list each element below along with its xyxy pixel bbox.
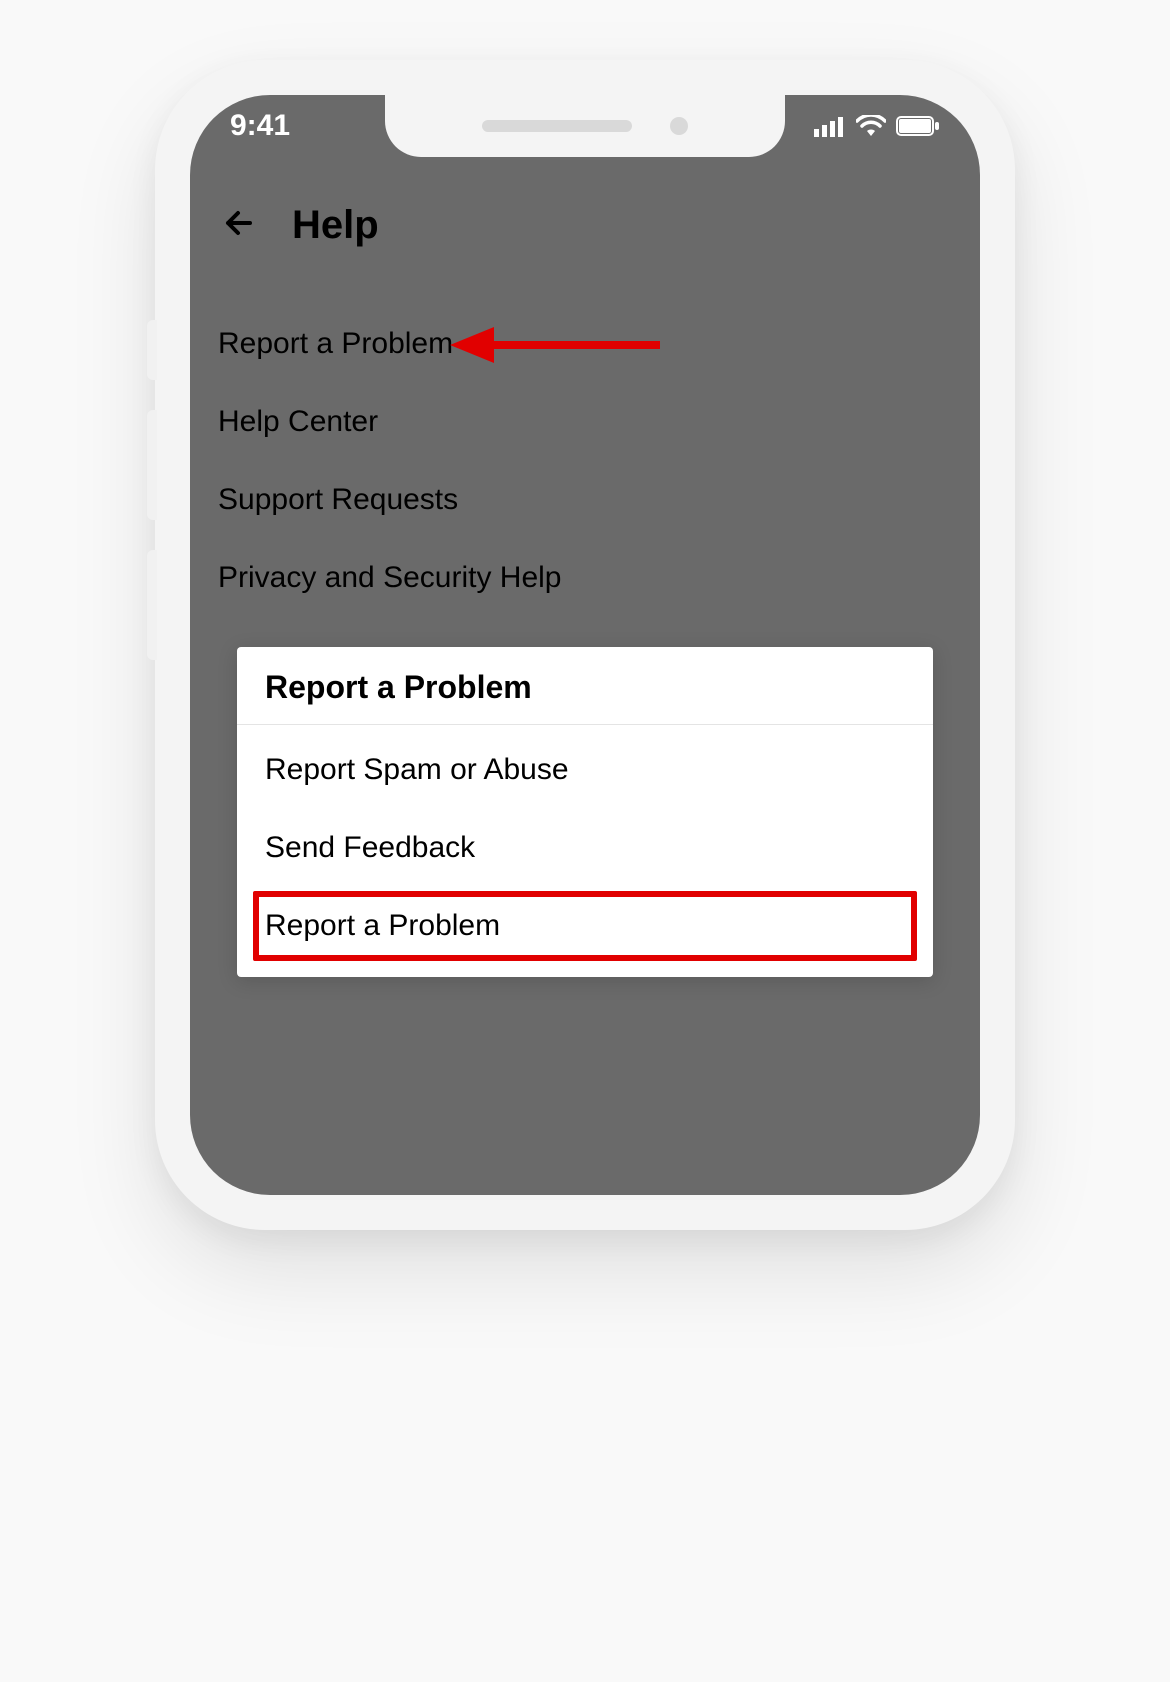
phone-frame: 9:41 xyxy=(155,60,1015,1230)
phone-side-button xyxy=(147,550,157,660)
page-stage: 9:41 xyxy=(0,0,1170,1682)
help-menu: Report a Problem Help Center Support Req… xyxy=(190,305,980,617)
dialog-option-report-a-problem[interactable]: Report a Problem xyxy=(249,887,921,965)
menu-item-label: Support Requests xyxy=(218,483,458,516)
menu-item-privacy-security-help[interactable]: Privacy and Security Help xyxy=(218,539,952,617)
menu-item-report-a-problem[interactable]: Report a Problem xyxy=(218,305,952,383)
dialog-title: Report a Problem xyxy=(237,647,933,725)
dialog-option-label: Report a Problem xyxy=(265,909,500,942)
cellular-icon xyxy=(814,115,846,137)
report-problem-dialog: Report a Problem Report Spam or Abuse Se… xyxy=(237,647,933,977)
dialog-option-label: Send Feedback xyxy=(265,831,475,864)
dialog-option-report-spam-or-abuse[interactable]: Report Spam or Abuse xyxy=(237,731,933,809)
battery-icon xyxy=(896,115,940,137)
phone-side-button xyxy=(147,320,157,380)
phone-camera xyxy=(670,117,688,135)
phone-speaker xyxy=(482,120,632,132)
dialog-option-list: Report Spam or Abuse Send Feedback Repor… xyxy=(237,725,933,977)
arrow-left-icon xyxy=(220,201,264,250)
dialog-option-label: Report Spam or Abuse xyxy=(265,753,569,786)
status-time: 9:41 xyxy=(230,109,290,143)
menu-item-support-requests[interactable]: Support Requests xyxy=(218,461,952,539)
page-title: Help xyxy=(292,203,379,248)
status-indicators xyxy=(814,115,940,137)
back-button[interactable] xyxy=(218,201,266,249)
phone-side-button xyxy=(147,410,157,520)
phone-screen: 9:41 xyxy=(190,95,980,1195)
dialog-option-send-feedback[interactable]: Send Feedback xyxy=(237,809,933,887)
menu-item-label: Help Center xyxy=(218,405,378,438)
menu-item-help-center[interactable]: Help Center xyxy=(218,383,952,461)
menu-item-label: Privacy and Security Help xyxy=(218,561,561,594)
page-header: Help xyxy=(190,185,980,265)
menu-item-label: Report a Problem xyxy=(218,327,453,360)
wifi-icon xyxy=(856,115,886,137)
phone-notch xyxy=(385,95,785,157)
